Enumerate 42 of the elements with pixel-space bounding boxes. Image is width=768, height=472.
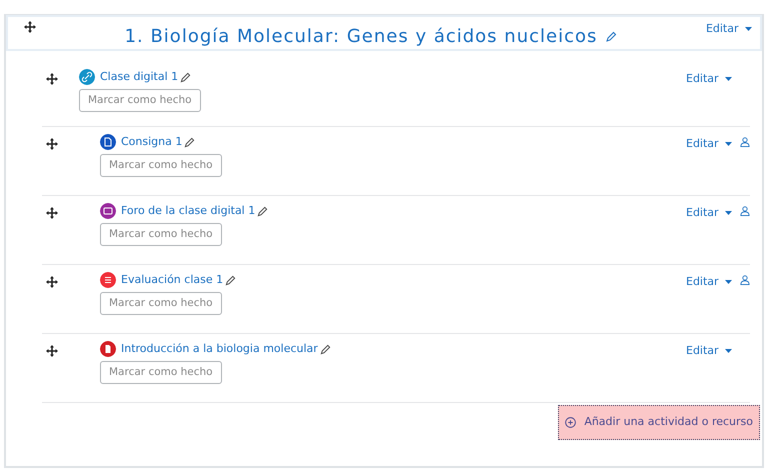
list-icon: [100, 272, 116, 288]
pencil-icon[interactable]: [257, 206, 268, 217]
mark-done-button[interactable]: Marcar como hecho: [100, 292, 222, 316]
activity-link[interactable]: Foro de la clase digital 1: [121, 203, 256, 220]
mark-done-button[interactable]: Marcar como hecho: [100, 222, 222, 246]
edit-menu[interactable]: Editar: [686, 205, 732, 222]
pencil-icon[interactable]: [184, 136, 196, 148]
activity-link[interactable]: Introducción a la biologia molecular: [121, 341, 318, 358]
pencil-icon[interactable]: [180, 72, 192, 83]
caret-icon: [725, 280, 732, 284]
move-icon[interactable]: [24, 21, 36, 33]
move-icon[interactable]: [46, 138, 58, 150]
activity-link[interactable]: Clase digital 1: [100, 69, 178, 86]
mark-done-button[interactable]: Marcar como hecho: [79, 88, 201, 112]
link-icon: [79, 69, 95, 86]
pencil-icon[interactable]: [605, 31, 618, 43]
edit-menu[interactable]: Editar: [686, 136, 732, 152]
move-icon[interactable]: [46, 73, 58, 85]
section-title: 1. Biología Molecular: Genes y ácidos nucleicos: [124, 25, 598, 49]
edit-menu[interactable]: Editar: [686, 343, 732, 360]
edit-menu[interactable]: Editar: [706, 21, 752, 38]
caret-icon: [725, 348, 732, 353]
pencil-icon[interactable]: [225, 274, 236, 286]
edit-menu[interactable]: Editar: [686, 274, 732, 290]
mark-done-button[interactable]: Marcar como hecho: [100, 154, 222, 178]
caret-icon: [745, 26, 752, 31]
caret-icon: [725, 76, 732, 81]
chat-icon: [100, 203, 116, 220]
file-icon: [100, 341, 116, 358]
plus-circle-icon: [565, 416, 576, 428]
caret-icon: [725, 210, 732, 215]
pencil-icon[interactable]: [320, 344, 331, 355]
activity-link[interactable]: Consigna 1: [121, 134, 182, 150]
move-icon[interactable]: [46, 207, 58, 219]
add-activity-button[interactable]: Añadir una actividad o recurso: [558, 405, 760, 440]
caret-icon: [725, 142, 732, 146]
activity-link[interactable]: Evaluación clase 1: [121, 272, 224, 288]
move-icon[interactable]: [46, 345, 58, 357]
mark-done-button[interactable]: Marcar como hecho: [100, 360, 222, 384]
edit-menu[interactable]: Editar: [686, 71, 732, 88]
move-icon[interactable]: [46, 276, 58, 288]
document-icon: [100, 134, 116, 150]
